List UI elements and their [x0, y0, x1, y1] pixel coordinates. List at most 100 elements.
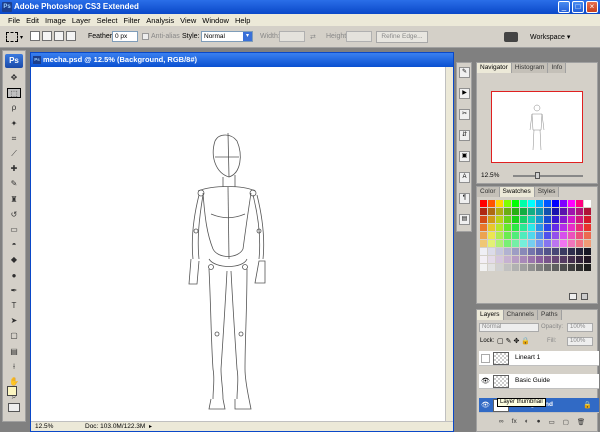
dodge-tool[interactable]: ● — [7, 271, 21, 281]
color-swatch[interactable] — [528, 232, 535, 239]
pen-tool[interactable]: ✒ — [7, 286, 21, 296]
info-icon[interactable]: ▤ — [459, 214, 470, 225]
para-icon[interactable]: ¶ — [459, 193, 470, 204]
color-swatch[interactable] — [528, 240, 535, 247]
slice-tool[interactable]: ⟋ — [7, 149, 21, 159]
marquee-tool-preset-icon[interactable] — [6, 32, 18, 42]
color-swatch[interactable] — [480, 256, 487, 263]
fx-icon[interactable]: fx — [512, 418, 517, 428]
menu-file[interactable]: File — [8, 16, 20, 25]
char-icon[interactable]: A — [459, 172, 470, 183]
color-swatch[interactable] — [544, 240, 551, 247]
path-select-tool[interactable]: ➤ — [7, 316, 21, 326]
color-swatch[interactable] — [528, 208, 535, 215]
color-swatch[interactable] — [568, 240, 575, 247]
foreground-color-swatch[interactable] — [7, 386, 17, 396]
color-swatch[interactable] — [552, 224, 559, 231]
tab-color[interactable]: Color — [477, 187, 500, 197]
layer-thumbnail[interactable] — [493, 352, 509, 365]
color-swatch[interactable] — [544, 200, 551, 207]
menu-select[interactable]: Select — [97, 16, 118, 25]
color-swatch[interactable] — [480, 224, 487, 231]
color-swatch[interactable] — [552, 200, 559, 207]
color-swatch[interactable] — [488, 264, 495, 271]
color-swatch[interactable] — [568, 200, 575, 207]
toolbox-logo[interactable]: Ps — [5, 54, 23, 68]
new-swatch-icon[interactable] — [569, 293, 577, 300]
bucket-tool[interactable]: ◓ — [7, 240, 21, 250]
color-swatch[interactable] — [568, 216, 575, 223]
tab-info[interactable]: Info — [548, 63, 567, 73]
color-swatch[interactable] — [512, 216, 519, 223]
menu-image[interactable]: Image — [45, 16, 66, 25]
refine-edge-button[interactable]: Refine Edge... — [376, 31, 428, 43]
color-swatch[interactable] — [552, 216, 559, 223]
color-swatch[interactable] — [488, 232, 495, 239]
color-swatch[interactable] — [544, 216, 551, 223]
color-swatch[interactable] — [552, 248, 559, 255]
color-swatch[interactable] — [576, 264, 583, 271]
minimize-button[interactable]: _ — [558, 1, 570, 13]
height-input[interactable] — [346, 31, 372, 42]
color-swatch[interactable] — [536, 208, 543, 215]
color-swatch[interactable] — [512, 232, 519, 239]
color-swatch[interactable] — [560, 216, 567, 223]
eyedropper-tool[interactable]: ⟊ — [7, 362, 21, 372]
color-swatch[interactable] — [576, 256, 583, 263]
color-swatch[interactable] — [560, 232, 567, 239]
color-swatch[interactable] — [480, 264, 487, 271]
adjustment-icon[interactable]: ● — [537, 418, 541, 428]
color-swatch[interactable] — [488, 248, 495, 255]
antialias-checkbox[interactable] — [142, 33, 149, 40]
color-swatch[interactable] — [480, 232, 487, 239]
tab-styles[interactable]: Styles — [534, 187, 560, 197]
color-swatch[interactable] — [576, 200, 583, 207]
color-swatch[interactable] — [496, 208, 503, 215]
color-swatch[interactable] — [504, 248, 511, 255]
color-swatch[interactable] — [568, 208, 575, 215]
color-swatch[interactable] — [584, 224, 591, 231]
app-title-bar[interactable]: Ps Adobe Photoshop CS3 Extended — [0, 0, 600, 14]
add-selection-icon[interactable] — [42, 31, 52, 41]
zoom-readout[interactable]: 12.5% — [35, 422, 53, 431]
blend-mode-select[interactable]: Normal — [479, 323, 539, 332]
dropdown-arrow-icon[interactable]: ▾ — [20, 34, 23, 41]
slider-handle[interactable] — [535, 172, 540, 179]
color-swatch[interactable] — [504, 208, 511, 215]
color-swatch[interactable] — [488, 208, 495, 215]
color-swatch[interactable] — [520, 256, 527, 263]
layer-row-basic-guide[interactable]: 👁 Basic Guide — [479, 374, 599, 389]
menu-view[interactable]: View — [180, 16, 196, 25]
sketch-canvas[interactable] — [33, 69, 443, 419]
color-swatch[interactable] — [520, 232, 527, 239]
color-swatch[interactable] — [512, 208, 519, 215]
color-swatch[interactable] — [544, 224, 551, 231]
color-swatch[interactable] — [504, 232, 511, 239]
brush-icon[interactable]: ✎ — [459, 67, 470, 78]
layer-row-lineart[interactable]: Lineart 1 — [479, 351, 599, 366]
color-swatch[interactable] — [480, 240, 487, 247]
status-arrow-icon[interactable]: ▸ — [149, 423, 152, 432]
trash-icon[interactable]: 🗑 — [577, 418, 585, 428]
color-swatch[interactable] — [496, 232, 503, 239]
color-swatch[interactable] — [528, 256, 535, 263]
marquee-tool[interactable]: ⬚ — [7, 88, 21, 99]
color-swatch[interactable] — [520, 216, 527, 223]
color-swatch[interactable] — [512, 200, 519, 207]
color-swatch[interactable] — [560, 256, 567, 263]
color-swatch[interactable] — [488, 224, 495, 231]
quick-mask-icon[interactable] — [8, 403, 20, 412]
eye-icon[interactable]: 👁 — [481, 401, 490, 410]
color-swatch[interactable] — [512, 264, 519, 271]
bridge-icon[interactable] — [504, 32, 518, 42]
action-icon[interactable]: ▶ — [459, 88, 470, 99]
color-swatch[interactable] — [576, 224, 583, 231]
color-swatch[interactable] — [560, 208, 567, 215]
color-swatch[interactable] — [536, 232, 543, 239]
layer-thumbnail[interactable] — [493, 375, 509, 388]
color-swatch[interactable] — [504, 200, 511, 207]
color-swatch[interactable] — [568, 232, 575, 239]
color-swatch[interactable] — [544, 248, 551, 255]
color-swatch[interactable] — [488, 240, 495, 247]
color-swatch[interactable] — [536, 248, 543, 255]
